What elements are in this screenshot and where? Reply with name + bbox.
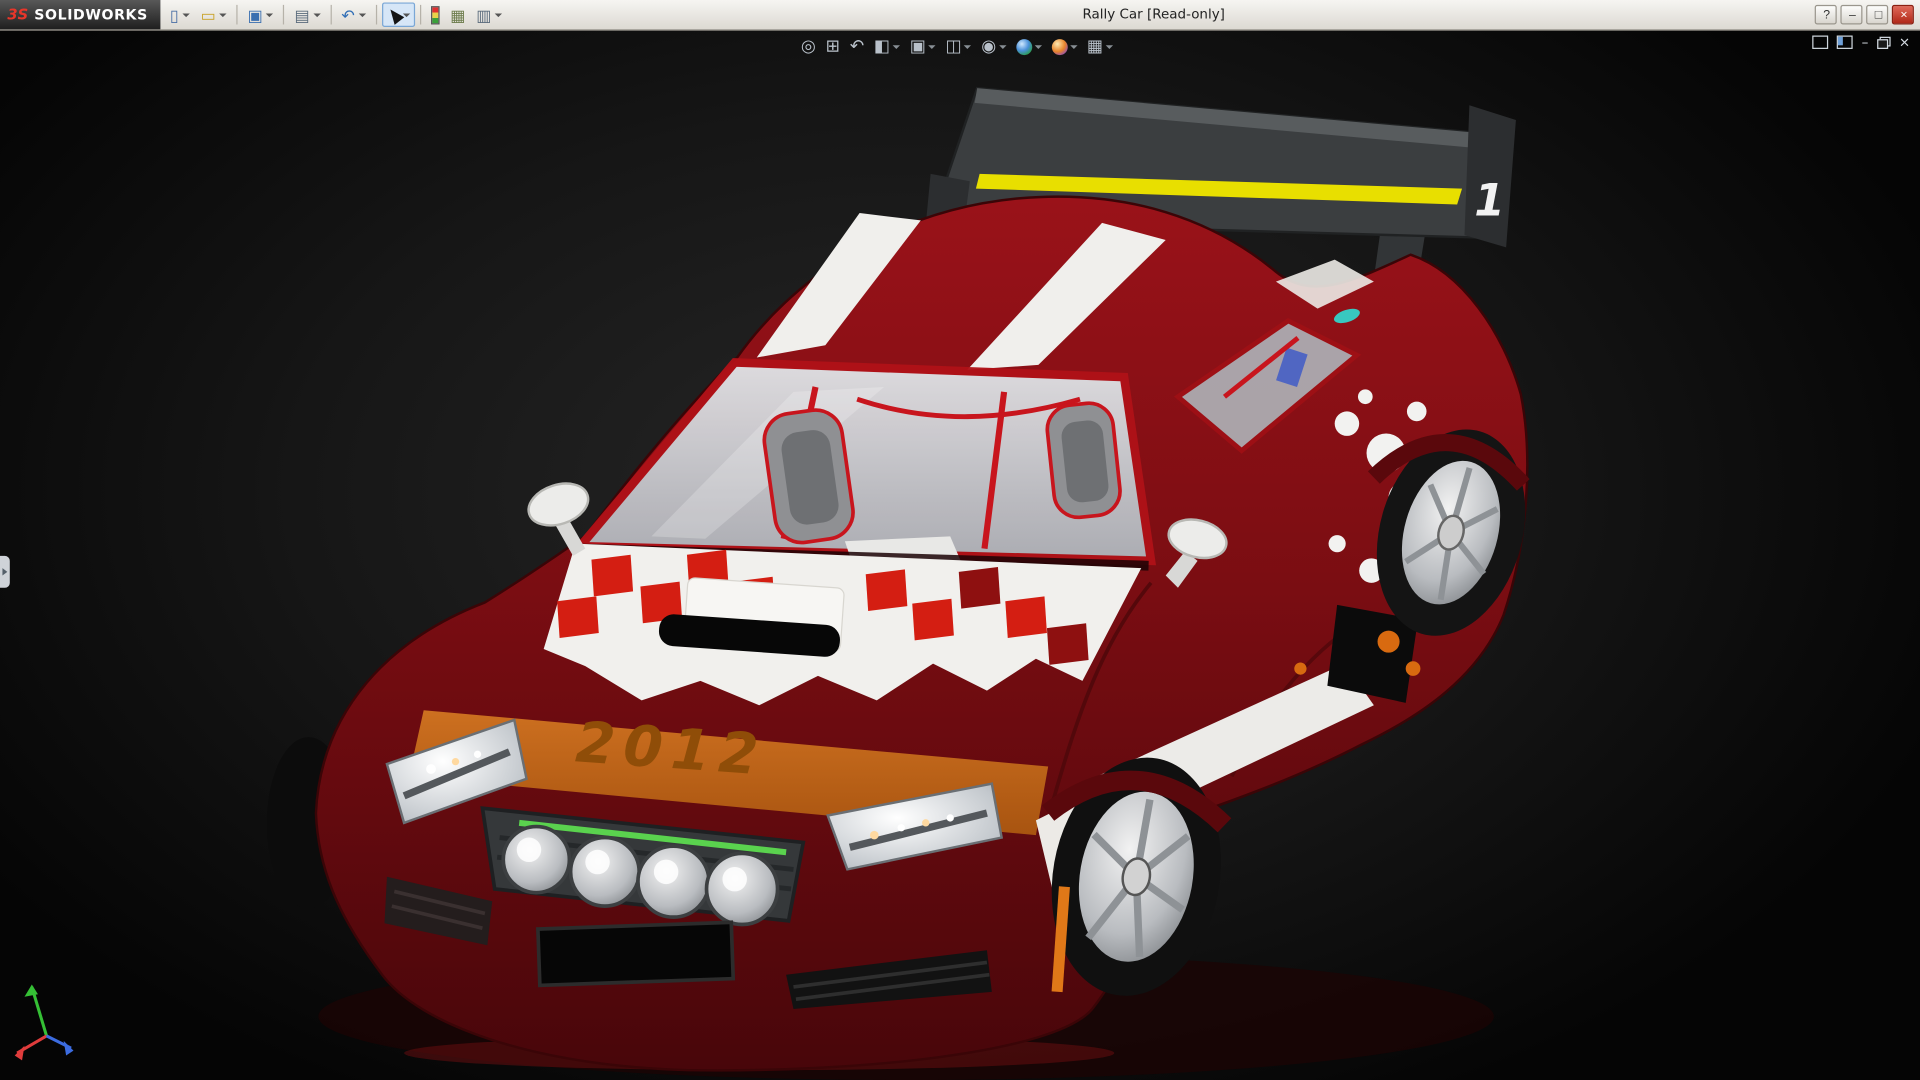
zoom-to-fit-icon: ◎ [801, 38, 816, 55]
sheet-icon: ▦ [450, 7, 465, 23]
wing-number: 1 [1474, 176, 1505, 227]
brand-name: SOLIDWORKS [34, 6, 148, 23]
appearance-ball-icon [1016, 39, 1032, 55]
rebuild-traffic-light-icon [431, 6, 440, 24]
previous-view-button[interactable]: ↶ [847, 34, 866, 58]
reference-triad [15, 984, 74, 1060]
show-featuremanager-icon[interactable] [1813, 36, 1829, 49]
minimize-button[interactable]: – [1840, 5, 1862, 25]
document-close-button[interactable]: × [1899, 36, 1910, 49]
window-controls: ? – □ × [1815, 5, 1920, 25]
featuremanager-flyout-tab[interactable] [0, 556, 10, 588]
chevron-down-icon[interactable] [1070, 45, 1077, 49]
maximize-button[interactable]: □ [1866, 5, 1888, 25]
chevron-down-icon[interactable] [495, 13, 502, 17]
help-button[interactable]: ? [1815, 5, 1837, 25]
ds-logo-icon: 3S [7, 6, 28, 23]
chevron-down-icon[interactable] [893, 45, 900, 49]
split-pane-icon[interactable] [1837, 36, 1853, 49]
zoom-to-area-icon: ⊞ [826, 38, 840, 55]
display-style-icon: ◫ [945, 38, 961, 55]
hide-show-items-icon: ◉ [981, 38, 996, 55]
section-view-button[interactable]: ◧ [871, 34, 902, 58]
rebuild-button[interactable] [426, 2, 444, 26]
chevron-down-icon[interactable] [266, 13, 273, 17]
chevron-down-icon[interactable] [219, 13, 226, 17]
file-properties-button[interactable]: ▥ [471, 2, 507, 26]
select-cursor-icon [381, 0, 403, 24]
solidworks-window: 3S SOLIDWORKS ▯ ▭ ▣ ▤ ↶ [0, 0, 1920, 1080]
windshield [580, 362, 1151, 578]
print-button[interactable]: ▤ [290, 2, 326, 26]
chevron-down-icon[interactable] [313, 13, 320, 17]
license-plate [538, 922, 733, 985]
toolbar-separator [330, 5, 331, 25]
chevron-down-icon[interactable] [999, 45, 1006, 49]
toolbar-separator [376, 5, 377, 25]
select-tool-button[interactable] [382, 2, 415, 26]
zoom-to-fit-button[interactable]: ◎ [798, 34, 818, 58]
previous-view-icon: ↶ [850, 38, 864, 55]
sheet-format-button[interactable]: ▦ [445, 2, 470, 26]
document-title: Rally Car [Read-only] [1082, 6, 1225, 22]
heads-up-view-toolbar: ◎ ⊞ ↶ ◧ ▣ ◫ ◉ [798, 34, 1115, 58]
hide-show-items-button[interactable]: ◉ [979, 34, 1009, 58]
graphics-area[interactable]: 1 [0, 29, 1920, 1080]
view-settings-button[interactable]: ▦ [1084, 34, 1115, 58]
save-icon: ▣ [248, 7, 263, 23]
display-style-button[interactable]: ◫ [943, 34, 974, 58]
document-window-controls: – × [1813, 36, 1911, 49]
document-restore-button[interactable] [1877, 36, 1890, 48]
zoom-to-area-button[interactable]: ⊞ [823, 34, 842, 58]
rally-car-model: 1 [0, 29, 1920, 1080]
scene-ball-icon [1051, 39, 1067, 55]
view-orientation-button[interactable]: ▣ [907, 34, 938, 58]
hood-year-text: 2012 [574, 710, 769, 788]
close-button[interactable]: × [1892, 5, 1914, 25]
section-view-icon: ◧ [874, 38, 890, 55]
save-button[interactable]: ▣ [243, 2, 279, 26]
undo-button[interactable]: ↶ [336, 2, 370, 26]
chevron-down-icon[interactable] [182, 13, 189, 17]
new-file-button[interactable]: ▯ [165, 2, 195, 26]
chevron-down-icon[interactable] [1034, 45, 1041, 49]
open-file-button[interactable]: ▭ [196, 2, 232, 26]
view-orientation-icon: ▣ [910, 38, 926, 55]
toolbar-separator [420, 5, 421, 25]
title-bar: 3S SOLIDWORKS ▯ ▭ ▣ ▤ ↶ [0, 0, 1920, 31]
toolbar-separator [283, 5, 284, 25]
view-settings-icon: ▦ [1087, 38, 1103, 55]
chevron-down-icon[interactable] [358, 13, 365, 17]
edit-appearance-button[interactable] [1013, 34, 1044, 58]
document-minimize-button[interactable]: – [1862, 36, 1869, 49]
passenger-seat [1045, 401, 1123, 520]
toolbar-separator [237, 5, 238, 25]
driver-seat [761, 407, 857, 546]
apply-scene-button[interactable] [1049, 34, 1080, 58]
print-icon: ▤ [294, 7, 309, 23]
chevron-down-icon[interactable] [964, 45, 971, 49]
new-file-icon: ▯ [170, 7, 179, 23]
standard-toolbar: ▯ ▭ ▣ ▤ ↶ [160, 2, 512, 26]
file-properties-icon: ▥ [476, 7, 491, 23]
solidworks-brand: 3S SOLIDWORKS [0, 0, 160, 29]
open-folder-icon: ▭ [201, 7, 216, 23]
chevron-down-icon[interactable] [1106, 45, 1113, 49]
chevron-down-icon[interactable] [928, 45, 935, 49]
undo-icon: ↶ [341, 7, 354, 23]
